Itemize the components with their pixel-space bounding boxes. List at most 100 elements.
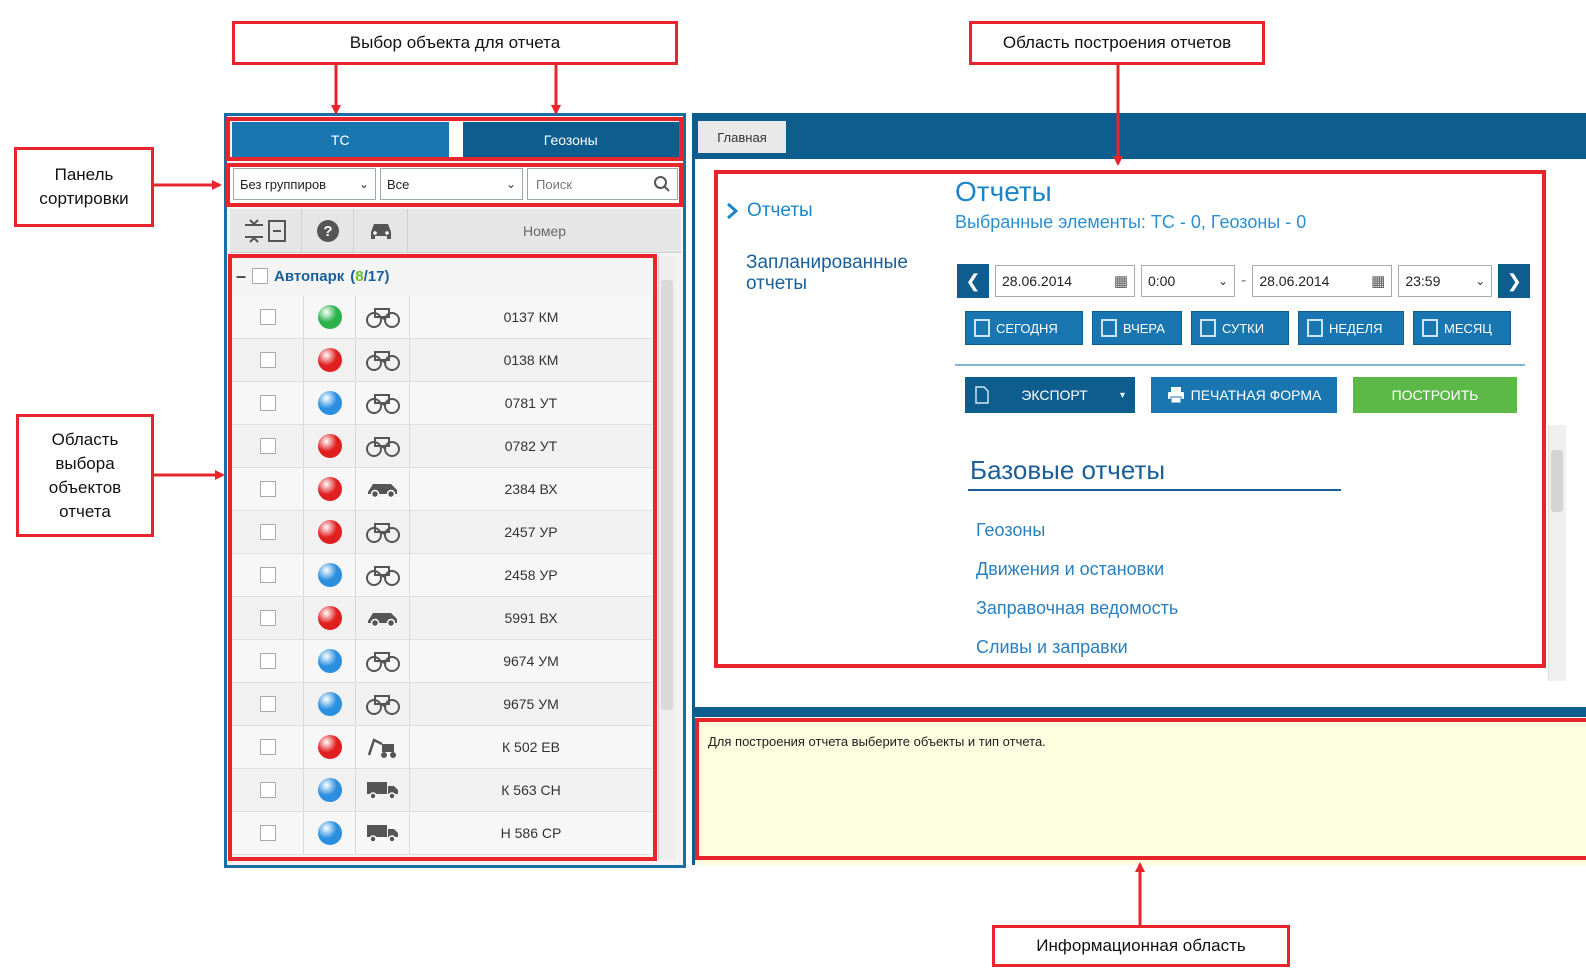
- build-report-label: ПОСТРОИТЬ: [1391, 387, 1479, 403]
- period-button[interactable]: ВЧЕРА: [1092, 311, 1182, 345]
- vehicle-plate: 2384 ВХ: [504, 481, 558, 497]
- caret-down-icon: ▾: [1119, 389, 1125, 401]
- vehicle-checkbox[interactable]: [259, 395, 276, 411]
- vehicle-checkbox[interactable]: [259, 610, 276, 626]
- status-blue-icon: [317, 821, 342, 845]
- previous-period-button[interactable]: ❮: [957, 264, 989, 298]
- collapse-icon[interactable]: –: [236, 266, 246, 287]
- vehicle-row[interactable]: К 563 СН: [232, 769, 652, 812]
- vehicle-plate: 2457 УР: [504, 524, 558, 540]
- vehicle-checkbox[interactable]: [259, 739, 276, 755]
- vehicle-checkbox[interactable]: [259, 524, 276, 540]
- callout-object-area: Область выбора объектов отчета: [16, 414, 154, 537]
- tab-vehicles[interactable]: ТС: [232, 122, 449, 158]
- vehicle-row[interactable]: 2457 УР: [232, 511, 652, 554]
- build-report-button[interactable]: ПОСТРОИТЬ: [1353, 377, 1517, 413]
- tab-main[interactable]: Главная: [698, 121, 786, 153]
- date-to-field[interactable]: 28.06.2014 ▦: [1252, 265, 1393, 297]
- vehicle-checkbox-cell: [232, 425, 304, 467]
- vehicle-plate: 0137 КМ: [503, 309, 559, 325]
- tractor-icon: [356, 425, 410, 467]
- status-red-icon: [317, 477, 342, 501]
- column-number-header[interactable]: Номер: [408, 209, 681, 252]
- group-row[interactable]: – Автопарк (8/17): [232, 258, 652, 294]
- vehicle-row[interactable]: 2458 УР: [232, 554, 652, 597]
- time-to-select[interactable]: 23:59 ⌄: [1398, 265, 1493, 297]
- scrollbar-thumb[interactable]: [1551, 450, 1563, 512]
- nav-reports[interactable]: Отчеты: [725, 200, 813, 222]
- base-report-link[interactable]: Заправочная ведомость: [976, 593, 1178, 632]
- vehicle-row[interactable]: Н 586 СР: [232, 812, 652, 855]
- vehicle-checkbox[interactable]: [259, 481, 276, 497]
- status-blue-icon: [317, 391, 342, 415]
- divider: [955, 364, 1525, 366]
- car-icon: [356, 468, 410, 510]
- vehicle-checkbox[interactable]: [259, 782, 276, 798]
- vehicle-row[interactable]: 9674 УМ: [232, 640, 652, 683]
- group-count: (8/17): [350, 267, 390, 285]
- vehicle-row[interactable]: 0137 КМ: [232, 296, 652, 339]
- vehicle-plate: 0782 УТ: [504, 438, 558, 454]
- calendar-icon[interactable]: ▦: [1371, 272, 1385, 290]
- tab-divider: [448, 122, 463, 158]
- base-reports-list: Геозоны Движения и остановки Заправочная в…: [976, 515, 1178, 671]
- date-from-field[interactable]: 28.06.2014 ▦: [995, 265, 1135, 297]
- vehicle-row[interactable]: 9675 УМ: [232, 683, 652, 726]
- vehicle-checkbox[interactable]: [259, 352, 276, 368]
- tractor-icon: [356, 554, 410, 596]
- callout-object-selection: Выбор объекта для отчета: [232, 21, 678, 65]
- print-form-button[interactable]: ПЕЧАТНАЯ ФОРМА: [1151, 377, 1337, 413]
- print-form-label: ПЕЧАТНАЯ ФОРМА: [1190, 387, 1322, 403]
- group-checkbox[interactable]: [252, 268, 269, 284]
- vehicle-row[interactable]: 0782 УТ: [232, 425, 652, 468]
- calendar-icon: [1307, 319, 1323, 337]
- vehicle-plate: 9675 УМ: [503, 696, 559, 712]
- tab-geozones[interactable]: Геозоны: [463, 122, 680, 158]
- help-icon[interactable]: ?: [302, 209, 354, 252]
- grouping-select[interactable]: Без группиров ⌄: [233, 168, 376, 200]
- truck-icon: [356, 812, 410, 854]
- base-report-link[interactable]: Движения и остановки: [976, 554, 1178, 593]
- nav-scheduled-reports[interactable]: Запланированные отчеты: [746, 252, 936, 294]
- next-period-button[interactable]: ❯: [1498, 264, 1531, 298]
- status-blue-icon: [317, 778, 342, 802]
- vehicle-checkbox[interactable]: [259, 696, 276, 712]
- status-cell: [304, 296, 356, 338]
- chevron-right-icon: [727, 202, 739, 220]
- status-red-icon: [317, 735, 342, 759]
- vehicle-checkbox[interactable]: [259, 438, 276, 454]
- base-report-link[interactable]: Сливы и заправки: [976, 632, 1178, 671]
- status-green-icon: [317, 305, 342, 329]
- period-button[interactable]: СЕГОДНЯ: [965, 311, 1083, 345]
- expand-collapse-icon[interactable]: [230, 209, 302, 252]
- printer-icon: [1167, 387, 1184, 404]
- vehicle-checkbox[interactable]: [259, 567, 276, 583]
- excavator-icon: [356, 726, 410, 768]
- period-button[interactable]: СУТКИ: [1191, 311, 1289, 345]
- vehicle-checkbox[interactable]: [259, 309, 276, 325]
- status-cell: [304, 683, 356, 725]
- vehicle-row[interactable]: К 502 ЕВ: [232, 726, 652, 769]
- calendar-icon[interactable]: ▦: [1114, 272, 1128, 290]
- vehicle-row[interactable]: 0138 КМ: [232, 339, 652, 382]
- period-button[interactable]: НЕДЕЛЯ: [1298, 311, 1404, 345]
- export-button[interactable]: ЭКСПОРТ ▾: [965, 377, 1135, 413]
- search-icon[interactable]: [653, 175, 671, 193]
- vehicle-checkbox[interactable]: [259, 825, 276, 841]
- vehicle-row[interactable]: 5991 ВХ: [232, 597, 652, 640]
- time-from-select[interactable]: 0:00 ⌄: [1141, 265, 1235, 297]
- vehicle-row[interactable]: 0781 УТ: [232, 382, 652, 425]
- calendar-icon: [1422, 319, 1438, 337]
- search-box: [527, 168, 678, 200]
- vehicle-checkbox[interactable]: [259, 653, 276, 669]
- filter-select[interactable]: Все ⌄: [380, 168, 523, 200]
- period-button[interactable]: МЕСЯЦ: [1413, 311, 1511, 345]
- base-report-link[interactable]: Геозоны: [976, 515, 1178, 554]
- group-selected-count: 8: [355, 267, 364, 285]
- vehicle-plate: К 563 СН: [501, 782, 561, 798]
- status-red-icon: [317, 520, 342, 544]
- vehicle-type-icon: [354, 209, 408, 252]
- search-input[interactable]: [534, 175, 634, 193]
- scrollbar-thumb[interactable]: [661, 280, 673, 710]
- vehicle-row[interactable]: 2384 ВХ: [232, 468, 652, 511]
